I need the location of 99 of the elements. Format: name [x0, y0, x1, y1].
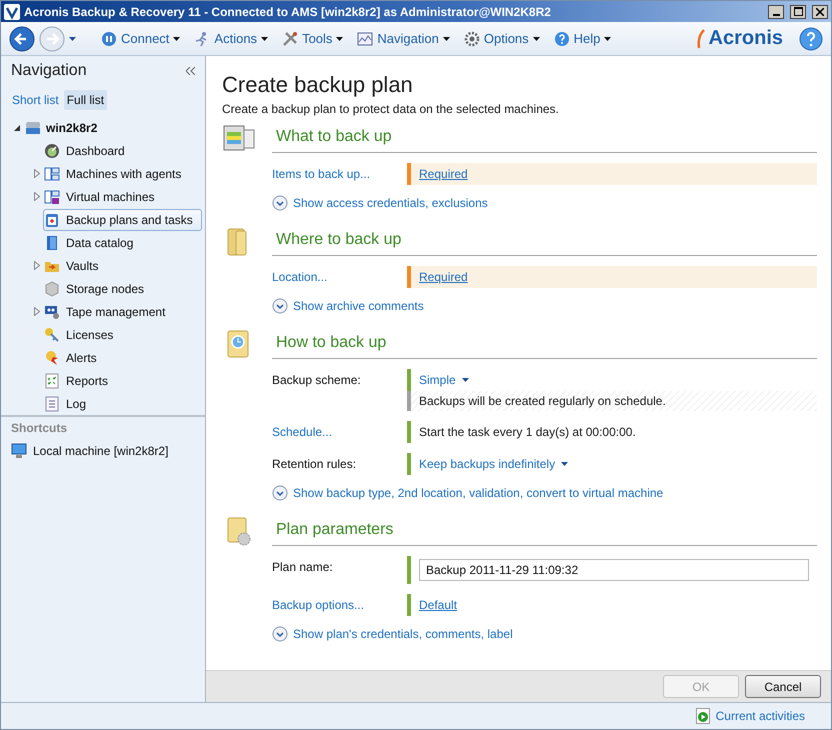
expander-link[interactable]: Show access credentials, exclusions	[272, 195, 488, 211]
monitor-icon	[11, 443, 27, 459]
collapse-icon[interactable]	[186, 67, 195, 75]
field-link[interactable]: Items to back up...	[272, 163, 407, 185]
tape-gear-icon	[44, 304, 60, 320]
expand-icon	[272, 626, 288, 642]
section-title: Where to back up	[276, 231, 402, 248]
expander-link[interactable]: Show backup type, 2nd location, validation, convert to virtual machine	[272, 485, 664, 501]
expand-icon	[272, 298, 288, 314]
caret-icon	[336, 36, 344, 40]
tree-item[interactable]: Virtual machines	[43, 186, 202, 208]
clipboard-icon	[44, 212, 60, 228]
tree-item[interactable]: Vaults	[43, 254, 202, 276]
tree-item[interactable]: Log	[43, 392, 202, 414]
section-title: Plan parameters	[276, 521, 394, 538]
minimize-icon	[772, 14, 780, 16]
expander-link[interactable]: Show archive comments	[272, 298, 424, 314]
close-button[interactable]	[812, 4, 828, 18]
value-link[interactable]: Required	[419, 270, 468, 284]
panel-title: Navigation	[11, 62, 87, 80]
page-subtitle: Create a backup plan to protect data on the selected machines.	[222, 102, 560, 116]
tree-item[interactable]: Backup plans and tasks	[43, 208, 202, 230]
page-title: Create backup plan	[222, 72, 414, 98]
expand-arrow-icon[interactable]	[34, 261, 40, 270]
machines-icon	[44, 188, 60, 204]
tree-item[interactable]: Storage nodes	[43, 278, 202, 300]
help-icon[interactable]	[799, 26, 823, 50]
toolbar-menu[interactable]: Connect	[96, 28, 186, 48]
value-text: Start the task every 1 day(s) at 00:00:00.	[419, 425, 636, 439]
document-icon	[44, 396, 60, 412]
tree-item[interactable]: Licenses	[43, 324, 202, 346]
expand-icon	[272, 485, 288, 501]
bulb-icon	[44, 350, 60, 366]
shortcut-item[interactable]: Local machine [win2k8r2]	[1, 443, 178, 459]
maximize-button[interactable]	[790, 4, 806, 18]
field-link[interactable]: Location...	[272, 266, 407, 288]
toolbar-menu[interactable]: Options	[458, 28, 545, 48]
window-title: Acronis Backup & Recovery 11 - Connected to AMS [win2k8r2] as Administrator@WIN2K8R2	[24, 4, 552, 18]
dialog-button[interactable]: Cancel	[745, 675, 821, 698]
section-label: Shortcuts	[10, 421, 68, 437]
caret-icon	[173, 36, 180, 40]
tree-item[interactable]: Data catalog	[43, 232, 202, 254]
caret-icon	[69, 36, 76, 40]
value-link[interactable]: Default	[419, 598, 458, 612]
tree-root[interactable]: win2k8r2	[25, 120, 98, 136]
caret-icon	[261, 36, 268, 40]
field-link[interactable]: Backup options...	[272, 594, 407, 616]
expand-arrow-icon[interactable]	[34, 192, 40, 201]
expand-arrow-icon[interactable]	[34, 169, 40, 178]
expand-arrow-icon[interactable]	[34, 307, 40, 316]
section-title: How to back up	[276, 334, 386, 351]
tree-item[interactable]: Dashboard	[43, 140, 202, 162]
book-icon	[44, 234, 60, 250]
tools-icon	[282, 30, 298, 46]
caret-icon	[604, 36, 612, 40]
key-icon	[44, 326, 60, 342]
maximize-icon	[794, 7, 802, 16]
expanded-icon[interactable]	[13, 124, 21, 132]
tree-item[interactable]: Tape management	[43, 300, 202, 322]
logo: Acronis	[694, 27, 783, 50]
caret-icon	[532, 36, 540, 40]
server-icon	[25, 120, 41, 136]
expander-link[interactable]: Show plan's credentials, comments, label	[272, 626, 513, 642]
machines-icon	[44, 166, 60, 182]
scheme-dropdown[interactable]: Simple	[419, 373, 469, 387]
cube-icon	[44, 280, 60, 296]
tree-item[interactable]: Alerts	[43, 346, 202, 368]
toolbar-menu[interactable]: Tools	[277, 28, 348, 48]
note-text: Backups will be created regularly on schedule.	[419, 394, 666, 408]
report-icon	[44, 372, 60, 388]
list-tab[interactable]: Full list	[64, 90, 108, 110]
app-icon	[4, 4, 20, 20]
input-field[interactable]: Backup 2011-11-29 11:09:32	[419, 559, 809, 581]
value-link[interactable]: Required	[419, 167, 468, 181]
chart-icon	[357, 30, 374, 46]
gear-icon	[464, 30, 480, 46]
field-label: Backup scheme:	[272, 372, 362, 389]
list-tab[interactable]: Short list	[9, 90, 62, 110]
expand-icon	[272, 195, 288, 211]
caret-icon	[442, 36, 450, 40]
tree-item[interactable]: Machines with agents	[43, 162, 202, 184]
field-label: Retention rules:	[272, 456, 358, 473]
scheme-dropdown[interactable]: Keep backups indefinitely	[419, 457, 568, 471]
activities-link[interactable]: Current activities	[690, 707, 811, 725]
caret-icon	[561, 462, 568, 466]
toolbar-menu[interactable]: Help	[548, 28, 616, 48]
back-icon[interactable]	[9, 26, 35, 52]
caret-icon	[462, 378, 469, 382]
toolbar-menu[interactable]: Navigation	[352, 28, 455, 48]
field-label: Plan name:	[272, 559, 334, 576]
section-title: What to back up	[276, 128, 392, 145]
field-link[interactable]: Schedule...	[272, 421, 407, 443]
toolbar-menu[interactable]: Actions	[189, 28, 274, 48]
play-icon	[696, 708, 710, 724]
close-icon	[816, 8, 824, 16]
tree-item[interactable]: Reports	[43, 370, 202, 392]
minimize-button[interactable]	[768, 4, 784, 18]
gauge-icon	[44, 142, 60, 158]
help-icon	[554, 30, 570, 46]
